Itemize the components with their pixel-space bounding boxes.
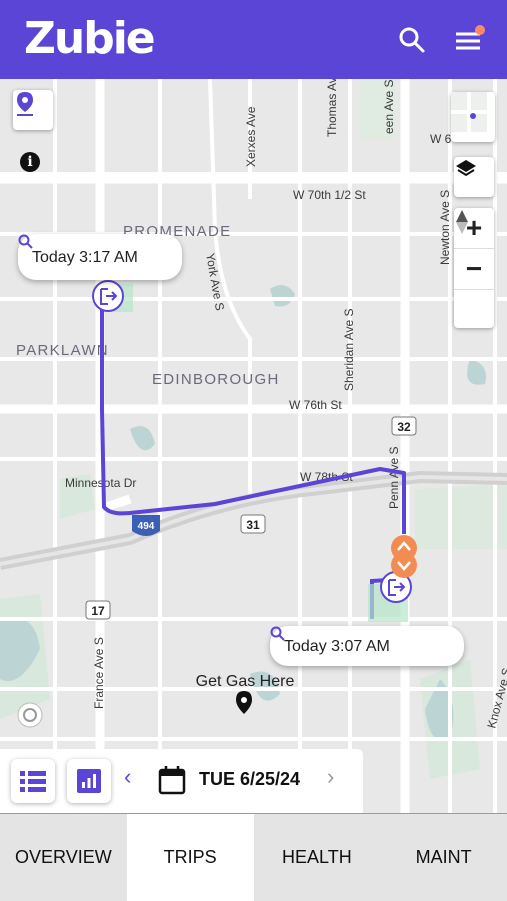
- zoom-controls: + −: [454, 208, 494, 328]
- tab-health[interactable]: HEALTH: [254, 814, 381, 901]
- trip-start-time: Today 3:17 AM: [32, 248, 138, 266]
- street-label: Newton Ave S: [438, 190, 452, 265]
- next-day-button[interactable]: ›: [327, 764, 334, 790]
- bar-chart-icon: [77, 769, 101, 793]
- chart-view-button[interactable]: [67, 759, 111, 803]
- my-location-button[interactable]: [13, 90, 53, 130]
- area-label: EDINBOROUGH: [152, 371, 280, 388]
- street-label: Penn Ave S: [387, 447, 401, 510]
- map-type-thumbnail[interactable]: [451, 92, 495, 142]
- layers-icon: [456, 160, 476, 177]
- tab-trips[interactable]: TRIPS: [126, 814, 254, 901]
- trip-end-time: Today 3:07 AM: [284, 637, 390, 655]
- zoom-out-button[interactable]: −: [454, 249, 494, 290]
- street-label: W 76th St: [289, 398, 342, 412]
- highway-shield: 31: [240, 514, 266, 534]
- location-pin-icon: [17, 92, 33, 116]
- compass-icon: [456, 210, 468, 234]
- trip-start-bubble[interactable]: Today 3:17 AM: [18, 234, 182, 280]
- list-view-button[interactable]: [11, 759, 55, 803]
- bottom-tab-bar: OVERVIEW TRIPS HEALTH MAINT: [0, 813, 507, 901]
- map-canvas[interactable]: Xerxes Ave Thomas Ave S een Ave S W 6 W …: [0, 79, 507, 813]
- street-label: Minnesota Dr: [65, 476, 136, 490]
- date-toolbar: ‹ TUE 6/25/24 ›: [0, 749, 363, 813]
- search-button[interactable]: [396, 24, 428, 56]
- highway-shield: 17: [85, 600, 111, 620]
- event-marker[interactable]: [391, 552, 417, 578]
- street-label: Xerxes Ave: [244, 106, 258, 167]
- map-attribution-icon[interactable]: [17, 702, 43, 728]
- menu-button[interactable]: [452, 24, 485, 56]
- prev-day-button[interactable]: ‹: [124, 764, 131, 790]
- svg-text:32: 32: [397, 420, 411, 434]
- street-label: France Ave S: [92, 637, 106, 709]
- svg-text:17: 17: [91, 604, 105, 618]
- svg-text:494: 494: [138, 521, 155, 532]
- info-icon[interactable]: i: [20, 152, 40, 172]
- trip-map[interactable]: Xerxes Ave Thomas Ave S een Ave S W 6 W …: [0, 79, 507, 813]
- street-label: Sheridan Ave S: [342, 308, 356, 391]
- poi-label[interactable]: Get Gas Here: [196, 673, 295, 690]
- street-label: W 70th 1/2 St: [293, 188, 366, 202]
- app-header: Zubie: [0, 0, 507, 79]
- street-label: een Ave S: [382, 80, 396, 135]
- notification-dot: [475, 25, 485, 35]
- search-icon: [399, 27, 425, 53]
- menu-icon: [456, 25, 485, 50]
- compass-button[interactable]: [454, 210, 494, 330]
- selected-date[interactable]: TUE 6/25/24: [199, 769, 300, 790]
- calendar-icon[interactable]: [158, 765, 186, 800]
- trip-start-marker[interactable]: [92, 280, 124, 312]
- tab-overview[interactable]: OVERVIEW: [0, 814, 127, 901]
- street-label: Thomas Ave S: [325, 79, 339, 137]
- zubie-logo: Zubie: [24, 13, 156, 64]
- interstate-shield: 494: [132, 515, 160, 536]
- list-icon: [20, 771, 46, 792]
- tab-maint[interactable]: MAINT: [380, 814, 507, 901]
- trip-end-bubble[interactable]: Today 3:07 AM: [270, 626, 464, 666]
- highway-shield: 32: [391, 416, 417, 436]
- svg-text:31: 31: [246, 518, 260, 532]
- map-thumbnail-icon: [451, 92, 487, 132]
- street-label: W 6: [430, 132, 452, 146]
- layers-button[interactable]: [454, 157, 494, 197]
- poi-pin-icon[interactable]: [236, 691, 252, 714]
- area-label: PARKLAWN: [16, 342, 109, 359]
